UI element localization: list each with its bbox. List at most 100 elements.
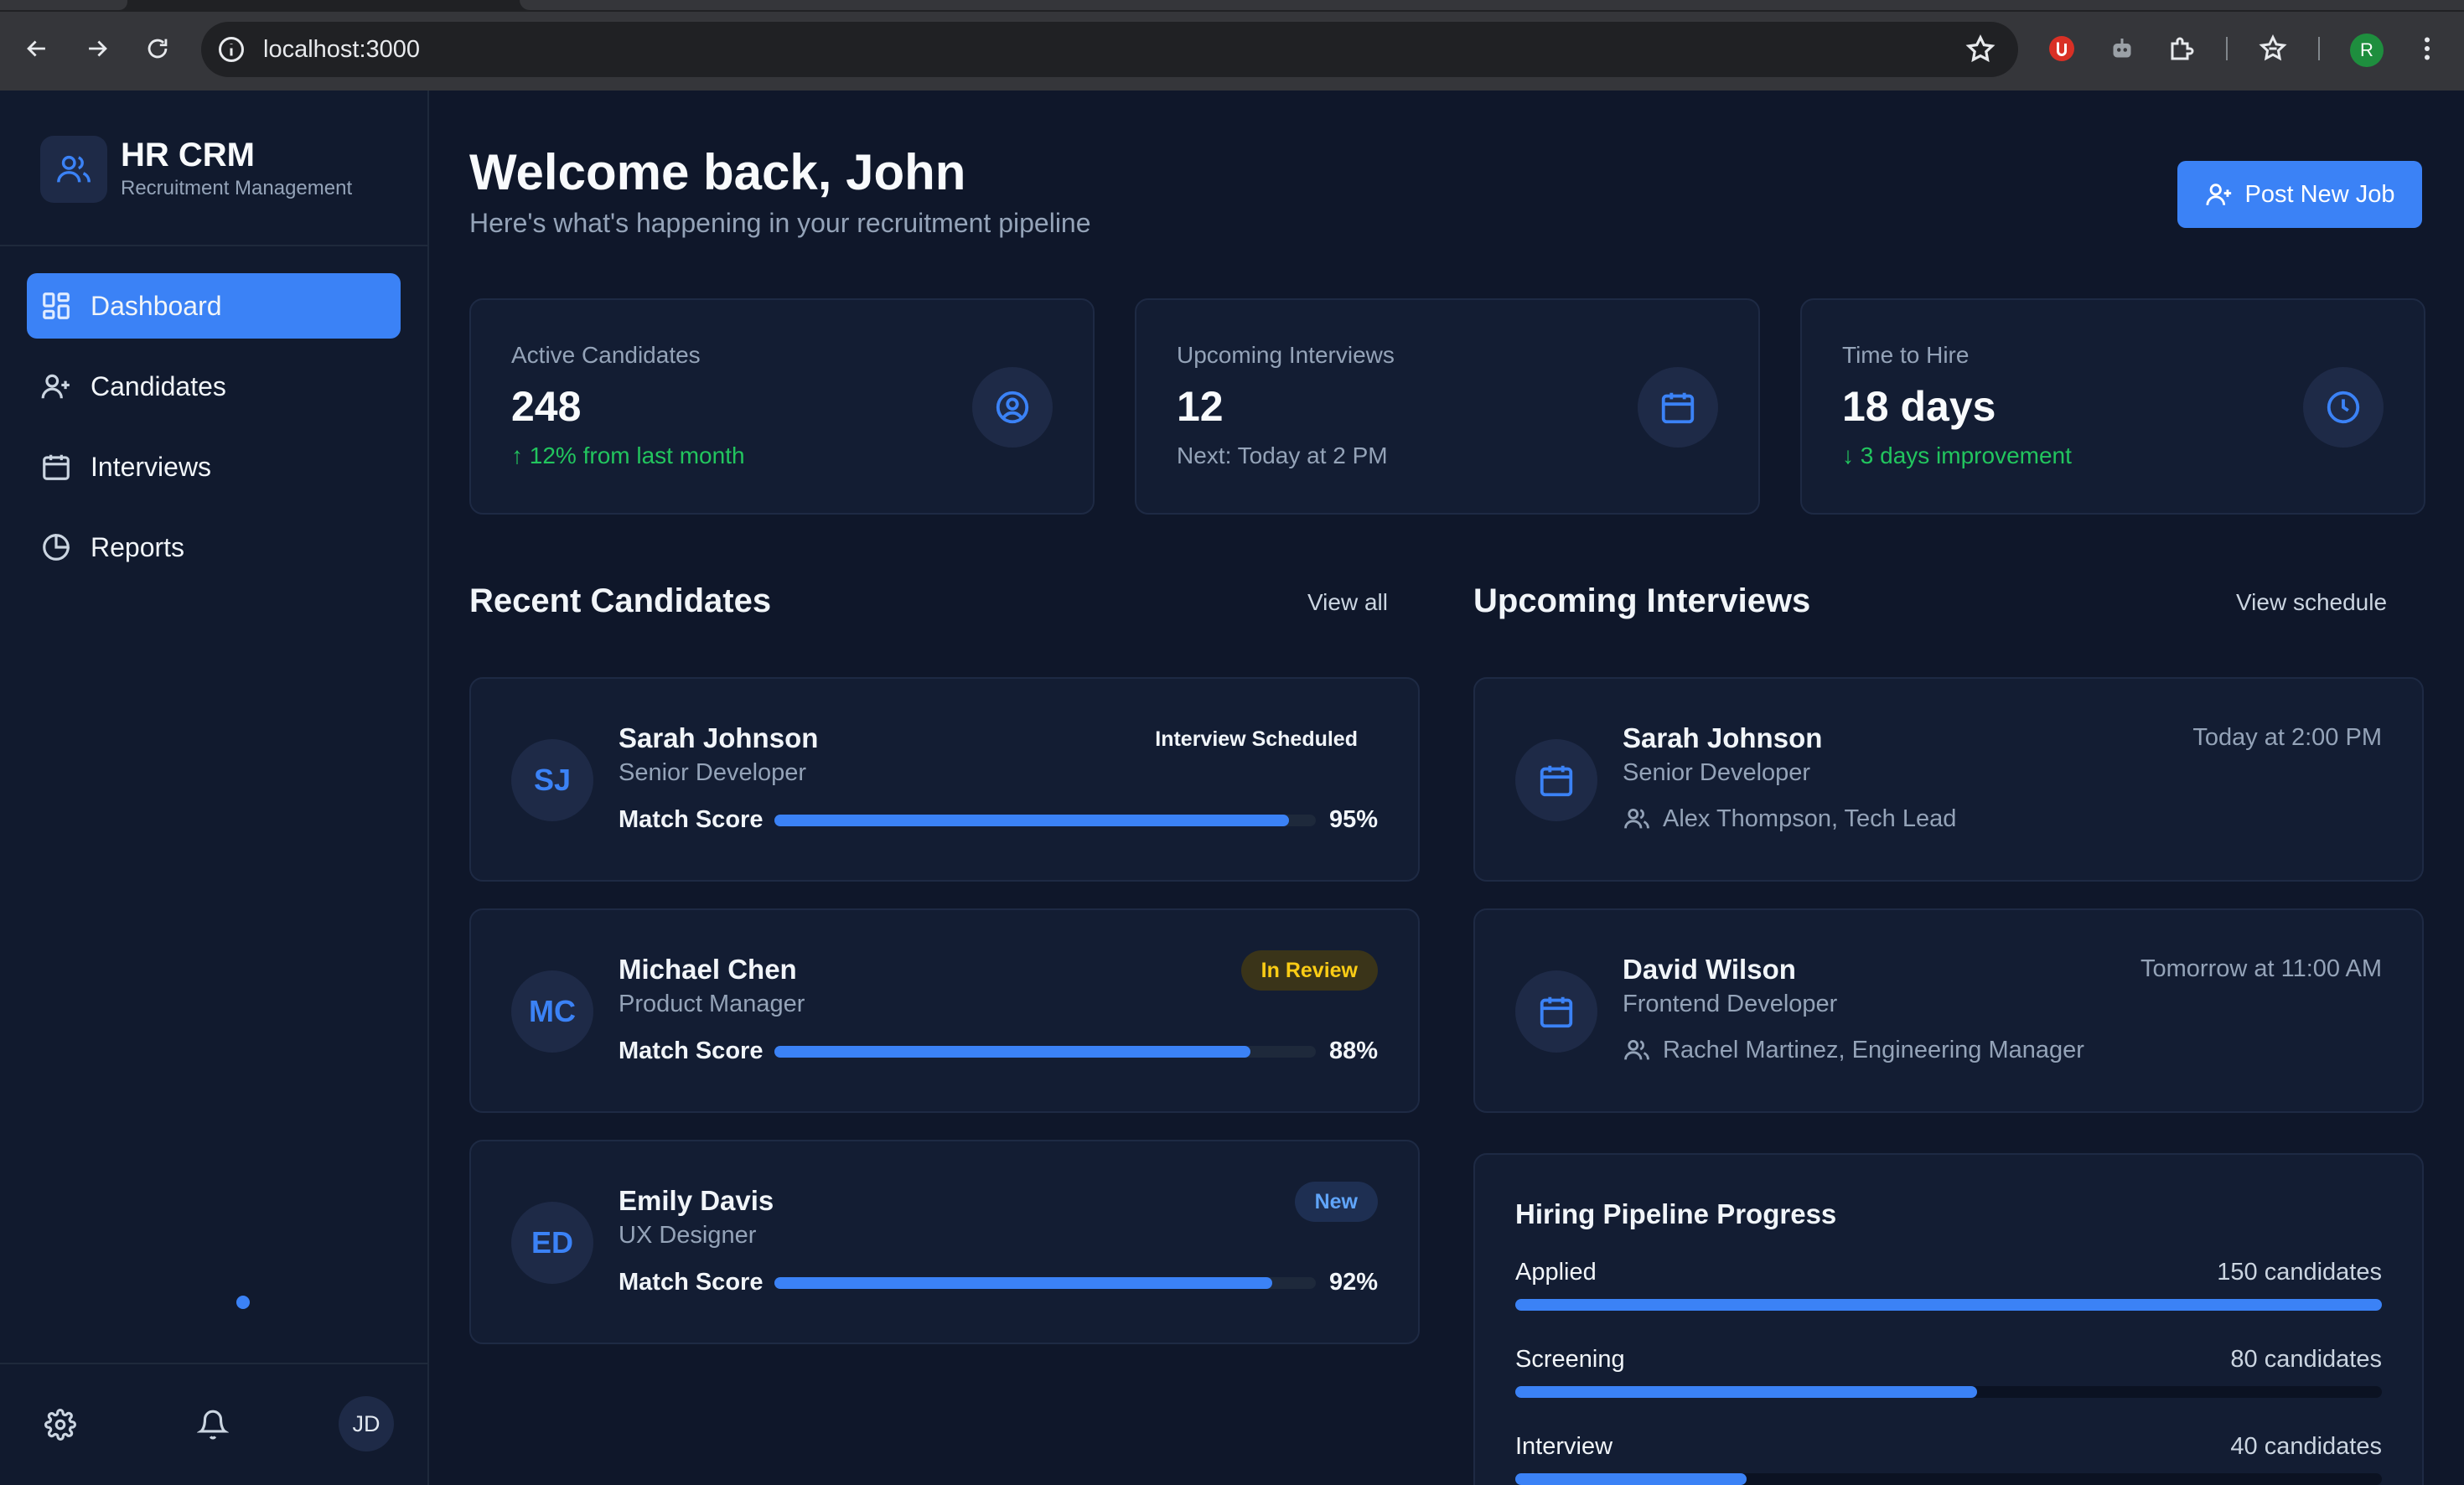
match-score-value: 88% <box>1328 1037 1378 1064</box>
match-score-label: Match Score <box>619 1037 764 1064</box>
pipeline-stage-interview: Interview 40 candidates <box>1515 1433 2382 1485</box>
arrow-right-icon <box>89 40 107 57</box>
interview-icon <box>1515 970 1597 1053</box>
stat-icon <box>1638 367 1718 448</box>
stat-label: Active Candidates <box>511 342 701 368</box>
brand: HR CRM Recruitment Management <box>40 134 352 204</box>
settings-button[interactable] <box>42 1406 79 1443</box>
stage-progress-fill <box>1515 1473 1747 1485</box>
stat-card-active-candidates: Active Candidates 248 ↑ 12% from last mo… <box>469 298 1095 515</box>
back-button[interactable] <box>17 28 57 69</box>
candidate-card[interactable]: MC Michael Chen Product Manager In Revie… <box>469 908 1420 1113</box>
tab-strip <box>0 0 2464 12</box>
notification-badge <box>236 1296 250 1309</box>
match-score-fill <box>774 815 1289 826</box>
calendar-icon <box>43 454 70 480</box>
clock-icon <box>2327 391 2360 424</box>
status-badge: In Review <box>1240 950 1378 991</box>
address-bar[interactable]: localhost:3000 <box>201 22 2018 77</box>
extension-button[interactable] <box>2105 32 2139 65</box>
interview-icon <box>1515 739 1597 821</box>
match-score-bar <box>774 1046 1316 1058</box>
reload-button[interactable] <box>137 28 178 69</box>
sidebar-item-label: Reports <box>91 531 185 562</box>
sidebar: HR CRM Recruitment Management Dashboard … <box>0 91 429 1485</box>
robot-extension-icon <box>2113 39 2131 58</box>
hiring-pipeline-card: Hiring Pipeline Progress Applied 150 can… <box>1473 1153 2424 1485</box>
page-title: Welcome back, John <box>469 144 966 200</box>
avatar: ED <box>511 1202 593 1284</box>
stat-note: Next: Today at 2 PM <box>1177 442 1388 468</box>
info-icon[interactable] <box>216 34 246 65</box>
interview-role: Frontend Developer <box>1623 991 1838 1017</box>
post-new-job-button[interactable]: Post New Job <box>2177 161 2422 228</box>
sidebar-item-label: Interviews <box>91 451 212 482</box>
interview-time: Today at 2:00 PM <box>2192 724 2382 751</box>
stage-name: Applied <box>1515 1259 1597 1286</box>
url-text[interactable]: localhost:3000 <box>263 34 420 65</box>
forward-button[interactable] <box>77 28 117 69</box>
browser-tab[interactable] <box>0 0 127 10</box>
puzzle-icon <box>2171 37 2194 60</box>
stat-label: Time to Hire <box>1842 342 1970 368</box>
interviewer: Alex Thompson, Tech Lead <box>1623 805 1956 833</box>
stage-progress-bar <box>1515 1299 2382 1311</box>
bookmarks-button[interactable] <box>2256 32 2290 65</box>
sidebar-item-interviews[interactable]: Interviews <box>27 434 401 499</box>
notifications-button[interactable] <box>194 1406 231 1443</box>
gear-icon <box>44 1409 76 1441</box>
stat-card-upcoming-interviews: Upcoming Interviews 12 Next: Today at 2 … <box>1135 298 1760 515</box>
arrow-down-icon: ↓ <box>1842 442 1854 468</box>
candidate-role: Senior Developer <box>619 759 807 786</box>
candidate-card[interactable]: SJ Sarah Johnson Senior Developer Interv… <box>469 677 1420 882</box>
main-content: Welcome back, John Here's what's happeni… <box>429 91 2464 1485</box>
stat-value: 18 days <box>1842 383 1996 430</box>
upcoming-interviews-title: Upcoming Interviews <box>1473 582 1811 619</box>
reload-icon <box>148 39 168 59</box>
extension-button[interactable] <box>2045 32 2078 65</box>
view-all-link[interactable]: View all <box>1307 588 1388 617</box>
bell-icon <box>197 1410 229 1440</box>
interview-card[interactable]: David Wilson Frontend Developer Rachel M… <box>1473 908 2424 1113</box>
bookmark-star-icon[interactable] <box>1964 34 1996 65</box>
user-avatar[interactable]: JD <box>339 1396 394 1451</box>
pie-chart-icon <box>43 534 70 561</box>
user-plus-icon <box>2205 184 2231 205</box>
candidate-role: UX Designer <box>619 1222 757 1249</box>
match-score-value: 92% <box>1328 1269 1378 1296</box>
match-score-fill <box>774 1277 1273 1289</box>
stage-name: Screening <box>1515 1346 1625 1373</box>
avatar: SJ <box>511 739 593 821</box>
browser-menu-button[interactable] <box>2410 32 2444 65</box>
candidate-name: Emily Davis <box>619 1185 774 1216</box>
brand-logo <box>40 136 107 203</box>
user-circle-icon <box>996 391 1029 424</box>
browser-chrome: localhost:3000 R <box>0 0 2464 91</box>
match-score-label: Match Score <box>619 806 764 833</box>
interview-time: Tomorrow at 11:00 AM <box>2140 955 2382 982</box>
interview-card[interactable]: Sarah Johnson Senior Developer Alex Thom… <box>1473 677 2424 882</box>
sidebar-item-reports[interactable]: Reports <box>27 515 401 580</box>
sidebar-item-dashboard[interactable]: Dashboard <box>27 273 401 339</box>
candidate-card[interactable]: ED Emily Davis UX Designer New Match Sco… <box>469 1140 1420 1344</box>
status-badge: Interview Scheduled <box>1155 727 1358 751</box>
stage-progress-fill <box>1515 1386 1978 1398</box>
pipeline-stage-screening: Screening 80 candidates <box>1515 1346 2382 1413</box>
stage-progress-bar <box>1515 1386 2382 1398</box>
stat-icon <box>2303 367 2384 448</box>
browser-tab[interactable] <box>520 0 2464 10</box>
stat-label: Upcoming Interviews <box>1177 342 1395 368</box>
candidate-name: Sarah Johnson <box>619 722 819 753</box>
stage-progress-bar <box>1515 1473 2382 1485</box>
stat-value: 248 <box>511 383 582 430</box>
avatar: MC <box>511 970 593 1053</box>
sidebar-item-candidates[interactable]: Candidates <box>27 354 401 419</box>
profile-avatar[interactable]: R <box>2350 34 2384 67</box>
view-schedule-link[interactable]: View schedule <box>2236 588 2387 617</box>
extensions-menu-button[interactable] <box>2166 32 2199 65</box>
sidebar-item-label: Dashboard <box>91 290 222 321</box>
interviewer-name: Rachel Martinez, Engineering Manager <box>1663 1036 2084 1063</box>
users-icon <box>1624 808 1649 829</box>
stage-name: Interview <box>1515 1433 1613 1460</box>
bookmarks-icon <box>2259 34 2287 61</box>
